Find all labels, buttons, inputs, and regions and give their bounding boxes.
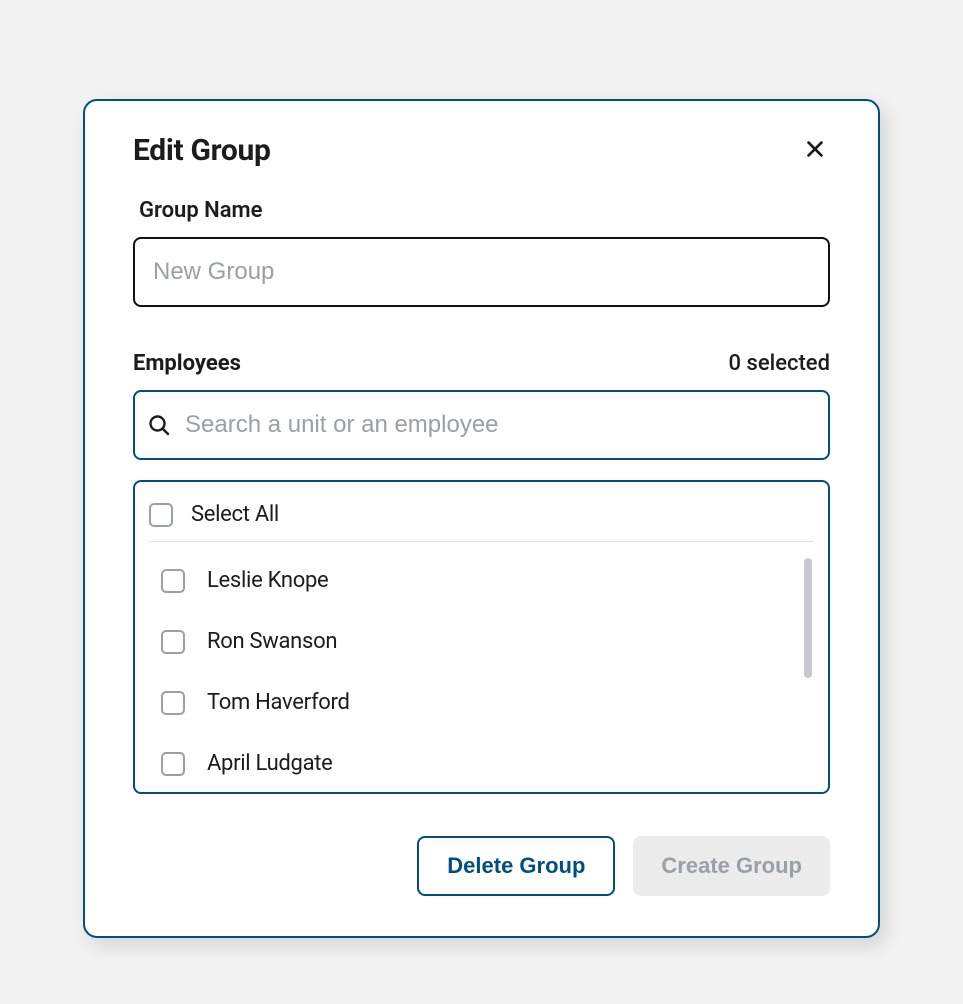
modal-footer: Delete Group Create Group xyxy=(133,836,830,896)
employee-name: Leslie Knope xyxy=(207,568,328,593)
close-icon xyxy=(804,138,826,163)
employee-name: Tom Haverford xyxy=(207,690,350,715)
select-all-label: Select All xyxy=(191,502,279,527)
employee-checkbox[interactable] xyxy=(161,691,185,715)
employees-label: Employees xyxy=(133,351,241,376)
employee-name: Ron Swanson xyxy=(207,629,337,654)
employee-row[interactable]: Leslie Knope xyxy=(149,550,814,611)
employee-row[interactable]: April Ludgate xyxy=(149,733,814,790)
search-wrapper xyxy=(133,390,830,460)
employee-row[interactable]: Tom Haverford xyxy=(149,672,814,733)
modal-header: Edit Group xyxy=(133,133,830,168)
create-group-button[interactable]: Create Group xyxy=(633,836,830,896)
close-button[interactable] xyxy=(800,134,830,167)
employee-search-input[interactable] xyxy=(133,390,830,460)
employee-name: April Ludgate xyxy=(207,751,333,776)
edit-group-modal: Edit Group Group Name Employees 0 select… xyxy=(83,99,880,938)
employees-header: Employees 0 selected xyxy=(133,351,830,376)
employee-checkbox[interactable] xyxy=(161,752,185,776)
selected-count: 0 selected xyxy=(729,351,830,376)
modal-title: Edit Group xyxy=(133,133,271,168)
select-all-row[interactable]: Select All xyxy=(149,496,814,542)
delete-group-button[interactable]: Delete Group xyxy=(417,836,615,896)
select-all-checkbox[interactable] xyxy=(149,503,173,527)
employee-checkbox[interactable] xyxy=(161,630,185,654)
group-name-label: Group Name xyxy=(139,198,830,223)
employee-row[interactable]: Ron Swanson xyxy=(149,611,814,672)
scrollbar-thumb[interactable] xyxy=(804,558,812,678)
employee-checkbox[interactable] xyxy=(161,569,185,593)
employee-list[interactable]: Leslie Knope Ron Swanson Tom Haverford A… xyxy=(149,550,814,790)
group-name-input[interactable] xyxy=(133,237,830,307)
employee-list-box: Select All Leslie Knope Ron Swanson Tom … xyxy=(133,480,830,794)
